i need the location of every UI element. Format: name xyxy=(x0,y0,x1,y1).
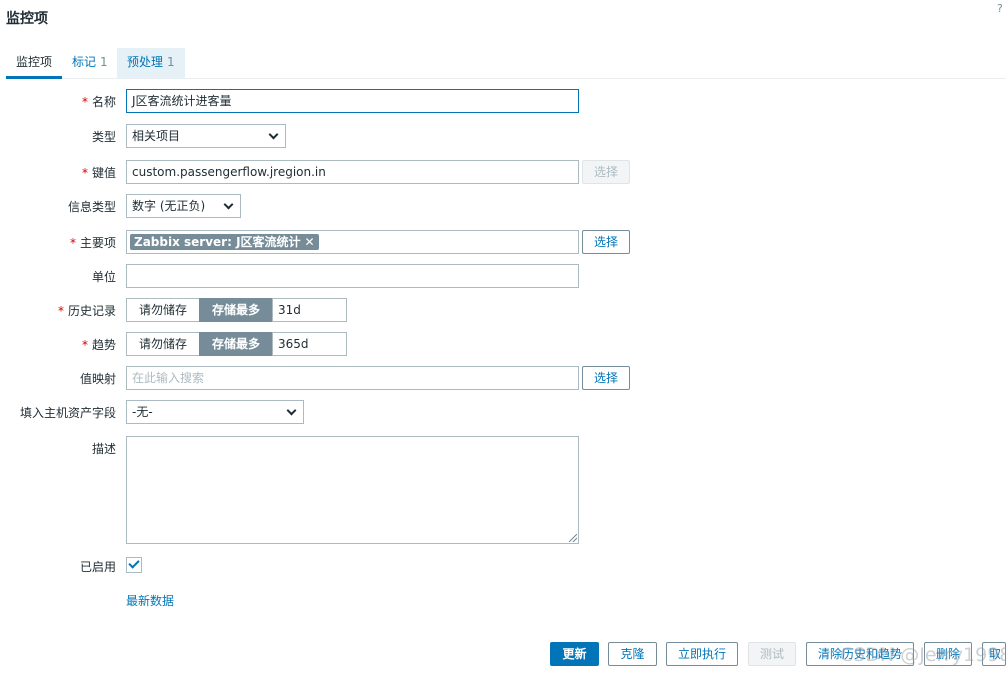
inventory-label: 填入主机资产字段 xyxy=(19,406,116,420)
inventory-select[interactable]: -无- xyxy=(126,400,304,424)
latest-data-link[interactable]: 最新数据 xyxy=(126,592,174,609)
clear-history-button[interactable]: 清除历史和趋势 xyxy=(806,642,914,666)
chevron-down-icon xyxy=(223,199,234,210)
units-label: 单位 xyxy=(91,270,116,284)
name-label: * 名称 xyxy=(81,95,116,109)
key-label: * 键值 xyxy=(81,166,116,180)
enabled-label: 已启用 xyxy=(79,560,116,574)
enabled-checkbox[interactable] xyxy=(126,557,142,573)
dialog-title: 监控项 xyxy=(6,11,48,27)
tab-preprocessing-label: 预处理 xyxy=(127,55,164,69)
execute-now-button[interactable]: 立即执行 xyxy=(666,642,738,666)
delete-button[interactable]: 删除 xyxy=(924,642,972,666)
tab-tags[interactable]: 标记 1 xyxy=(62,48,118,78)
trends-store-up-to-option[interactable]: 存储最多 xyxy=(199,332,274,356)
tab-preprocessing-count: 1 xyxy=(167,55,175,69)
tab-item-label: 监控项 xyxy=(16,55,53,69)
history-store-up-to-option[interactable]: 存储最多 xyxy=(199,298,274,322)
tab-bar: 监控项 标记 1 预处理 1 xyxy=(6,48,1006,79)
chevron-down-icon xyxy=(268,129,279,140)
chevron-down-icon xyxy=(286,405,297,416)
tab-tags-count: 1 xyxy=(100,55,108,69)
test-button[interactable]: 测试 xyxy=(748,642,796,666)
valuemap-label: 值映射 xyxy=(79,372,116,386)
master-item-select-button[interactable]: 选择 xyxy=(582,230,630,254)
description-textarea[interactable] xyxy=(126,436,579,544)
type-select[interactable]: 相关项目 xyxy=(126,124,286,148)
key-field[interactable]: custom.passengerflow.jregion.in xyxy=(126,160,579,184)
name-field[interactable]: J区客流统计进客量 xyxy=(126,89,579,113)
tab-preprocessing[interactable]: 预处理 1 xyxy=(117,48,185,78)
trends-do-not-store-option[interactable]: 请勿储存 xyxy=(126,332,200,356)
checkmark-icon xyxy=(128,557,140,569)
close-icon[interactable]: ✕ xyxy=(305,235,315,249)
history-mode-toggle: 请勿储存 存储最多 xyxy=(126,298,274,322)
history-do-not-store-option[interactable]: 请勿储存 xyxy=(126,298,200,322)
units-field[interactable] xyxy=(126,264,579,288)
cancel-button[interactable]: 取 xyxy=(982,642,1006,666)
update-button[interactable]: 更新 xyxy=(550,642,599,666)
description-label: 描述 xyxy=(91,442,116,456)
key-select-button[interactable]: 选择 xyxy=(582,160,630,184)
resize-handle-icon[interactable] xyxy=(569,534,577,542)
tab-tags-label: 标记 xyxy=(72,55,97,69)
clone-button[interactable]: 克隆 xyxy=(608,642,657,666)
info-type-select[interactable]: 数字 (无正负) xyxy=(126,194,241,218)
help-icon[interactable]: ? xyxy=(997,2,1003,15)
info-type-label: 信息类型 xyxy=(67,200,116,214)
master-item-chip: Zabbix server: J区客流统计 ✕ xyxy=(130,234,319,250)
valuemap-select-button[interactable]: 选择 xyxy=(582,366,630,390)
trends-mode-toggle: 请勿储存 存储最多 xyxy=(126,332,274,356)
trends-period-field[interactable]: 365d xyxy=(272,332,347,356)
master-item-label: * 主要项 xyxy=(69,236,116,250)
tab-item[interactable]: 监控项 xyxy=(6,48,63,79)
history-period-field[interactable]: 31d xyxy=(272,298,347,322)
trends-label: * 趋势 xyxy=(81,338,116,352)
valuemap-search-input[interactable]: 在此输入搜索 xyxy=(126,366,579,390)
history-label: * 历史记录 xyxy=(57,304,116,318)
type-label: 类型 xyxy=(91,130,116,144)
